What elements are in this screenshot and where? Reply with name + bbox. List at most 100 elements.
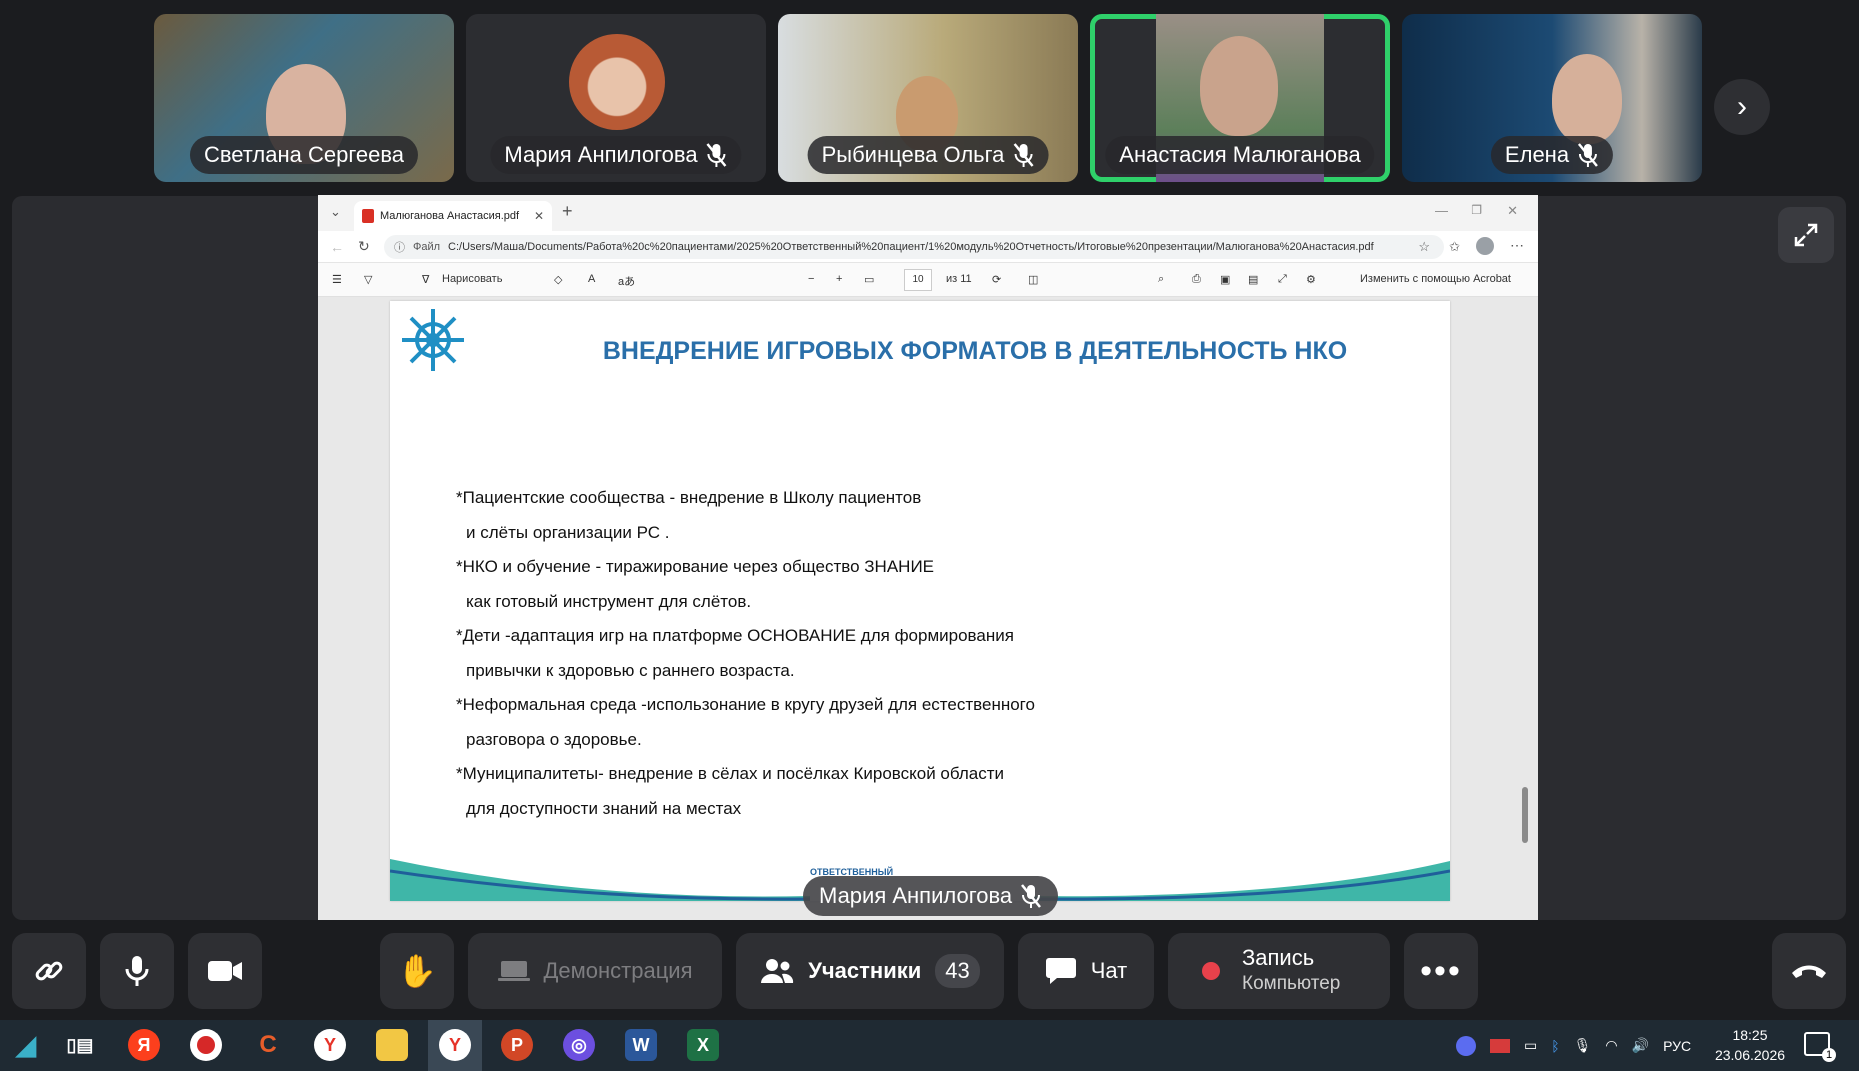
browser-tab-bar: ⌄ Малюганова Анастасия.pdf ✕ + — ❐ ✕ [318, 195, 1538, 231]
url-field[interactable]: ⓘ Файл C:/Users/Маша/Documents/Работа%20… [384, 235, 1444, 259]
settings-icon[interactable]: ⚙ [1306, 273, 1316, 286]
windows-taskbar: ◢ ▯▤ Я C Y Y P ◎ W X ▭ ᛒ 🎙 ◠ 🔊 РУС 18:25… [0, 1020, 1859, 1071]
zoom-out-icon[interactable]: − [808, 273, 814, 285]
highlight-icon[interactable]: ▽ [364, 273, 372, 286]
battery-icon[interactable]: ▭ [1524, 1037, 1537, 1054]
screen-share-label: Демонстрация [543, 958, 693, 983]
tab-title: Малюганова Анастасия.pdf [380, 210, 520, 222]
page-view-icon[interactable]: ◫ [1028, 273, 1038, 286]
acrobat-edit-button[interactable]: Изменить с помощью Acrobat [1360, 273, 1511, 285]
participant-name: Елена [1504, 142, 1570, 167]
wifi-icon[interactable]: ◠ [1605, 1037, 1617, 1054]
fullscreen-icon[interactable]: ⤢ [1278, 273, 1287, 286]
fullscreen-button[interactable] [1778, 207, 1834, 263]
raise-hand-button[interactable]: ✋ [380, 933, 454, 1009]
participant-tile-active[interactable]: Анастасия Малюганова [1090, 14, 1390, 182]
leave-call-button[interactable] [1772, 933, 1846, 1009]
draw-icon[interactable]: ∇ [422, 273, 429, 286]
participant-tile[interactable]: Мария Анпилогова [466, 14, 766, 182]
restore-icon[interactable]: ❐ [1471, 203, 1482, 217]
participant-face [1200, 36, 1278, 136]
tray-app-icon[interactable] [1456, 1035, 1476, 1056]
avatar [569, 34, 665, 130]
reload-icon[interactable]: ↻ [358, 238, 370, 255]
page-number-input[interactable]: 10 [904, 269, 932, 291]
start-icon[interactable]: ◢ [6, 1029, 46, 1061]
scrollbar-thumb[interactable] [1522, 787, 1528, 843]
microphone-tray-icon[interactable]: 🎙 [1574, 1037, 1592, 1054]
language-indicator[interactable]: РУС [1663, 1038, 1691, 1054]
zoom-in-icon[interactable]: + [836, 273, 842, 285]
file-explorer-icon[interactable] [376, 1029, 408, 1061]
participant-tile[interactable]: Рыбинцева Ольга [778, 14, 1078, 182]
next-participants-button[interactable]: › [1714, 79, 1770, 135]
print-icon[interactable]: ⎙ [1192, 273, 1201, 286]
notifications-icon[interactable]: 1 [1804, 1032, 1836, 1062]
profile-avatar[interactable] [1476, 237, 1494, 255]
excel-icon[interactable]: X [687, 1029, 719, 1061]
pdf-scrollbar[interactable] [1522, 297, 1530, 920]
back-icon[interactable]: ← [330, 239, 344, 255]
copy-link-button[interactable] [12, 933, 86, 1009]
url-scheme-label: Файл [413, 241, 441, 253]
favorites-icon[interactable]: ✩ [1449, 239, 1460, 255]
camera-icon [208, 961, 242, 981]
microphone-button[interactable] [100, 933, 174, 1009]
participant-face [1552, 54, 1622, 144]
participant-name: Рыбинцева Ольга [821, 142, 1005, 167]
word-icon[interactable]: W [625, 1029, 657, 1061]
volume-icon[interactable]: 🔊 [1632, 1037, 1649, 1054]
browser-tab[interactable]: Малюганова Анастасия.pdf ✕ [354, 201, 552, 231]
participants-button[interactable]: Участники 43 [736, 933, 1004, 1009]
tray-flag-icon[interactable] [1490, 1038, 1510, 1053]
task-view-icon[interactable]: ▯▤ [64, 1029, 96, 1061]
telemost-icon[interactable]: ◎ [563, 1029, 595, 1061]
tab-list-icon[interactable]: ⌄ [330, 204, 341, 220]
participant-name-pill: Елена [1490, 136, 1614, 174]
record-subtitle: Компьютер [1242, 973, 1341, 994]
chat-button[interactable]: Чат [1018, 933, 1154, 1009]
camera-button[interactable] [188, 933, 262, 1009]
search-icon[interactable]: ⌕ [1158, 273, 1164, 286]
rotate-icon[interactable]: ⟳ [992, 273, 1001, 286]
record-app-icon[interactable] [190, 1029, 222, 1061]
hand-icon: ✋ [397, 953, 437, 989]
ccleaner-icon[interactable]: C [252, 1029, 284, 1061]
new-tab-icon[interactable]: + [562, 201, 573, 222]
yandex-browser-icon[interactable]: Y [314, 1029, 346, 1061]
save-icon[interactable]: ▣ [1220, 273, 1230, 286]
record-title: Запись [1242, 945, 1315, 970]
speaker-name: Мария Анпилогова [819, 883, 1013, 908]
participant-strip: Светлана Сергеева Мария Анпилогова Рыбин… [0, 0, 1859, 190]
translate-icon[interactable]: aあ [618, 273, 635, 289]
save-as-icon[interactable]: ▤ [1248, 273, 1258, 286]
participants-label: Участники [808, 958, 922, 983]
fit-page-icon[interactable]: ▭ [864, 273, 874, 286]
record-button[interactable]: Запись Компьютер [1168, 933, 1390, 1009]
contents-icon[interactable]: ☰ [332, 273, 342, 286]
close-window-icon[interactable]: ✕ [1507, 203, 1518, 219]
powerpoint-icon[interactable]: P [501, 1029, 533, 1061]
clock[interactable]: 18:25 23.06.2026 [1710, 1025, 1790, 1065]
favorite-star-icon[interactable]: ☆ [1418, 239, 1430, 255]
screen-share-button[interactable]: Демонстрация [468, 933, 722, 1009]
pdf-viewer[interactable]: ВНЕДРЕНИЕ ИГРОВЫХ ФОРМАТОВ В ДЕЯТЕЛЬНОСТ… [318, 297, 1538, 920]
participant-tile[interactable]: Светлана Сергеева [154, 14, 454, 182]
address-bar: ← ↻ ⓘ Файл C:/Users/Маша/Documents/Работ… [318, 231, 1538, 263]
participant-tile[interactable]: Елена [1402, 14, 1702, 182]
participant-name-pill: Рыбинцева Ольга [807, 136, 1049, 174]
bluetooth-icon[interactable]: ᛒ [1551, 1038, 1559, 1054]
slide-line: разговора о здоровье. [466, 729, 642, 749]
mic-off-icon [1578, 143, 1599, 167]
eraser-icon[interactable]: ◇ [554, 273, 562, 286]
close-tab-icon[interactable]: ✕ [534, 209, 544, 223]
more-options-button[interactable]: ••• [1404, 933, 1478, 1009]
info-icon: ⓘ [394, 242, 405, 254]
system-tray: ▭ ᛒ 🎙 ◠ 🔊 РУС [1456, 1020, 1691, 1071]
yandex-browser-active-icon[interactable]: Y [439, 1029, 471, 1061]
minimize-icon[interactable]: — [1435, 203, 1448, 218]
yandex-icon[interactable]: Я [128, 1029, 160, 1061]
more-menu-icon[interactable]: ⋯ [1510, 237, 1524, 254]
read-aloud-icon[interactable]: A [588, 273, 595, 285]
draw-button[interactable]: Нарисовать [442, 273, 502, 285]
